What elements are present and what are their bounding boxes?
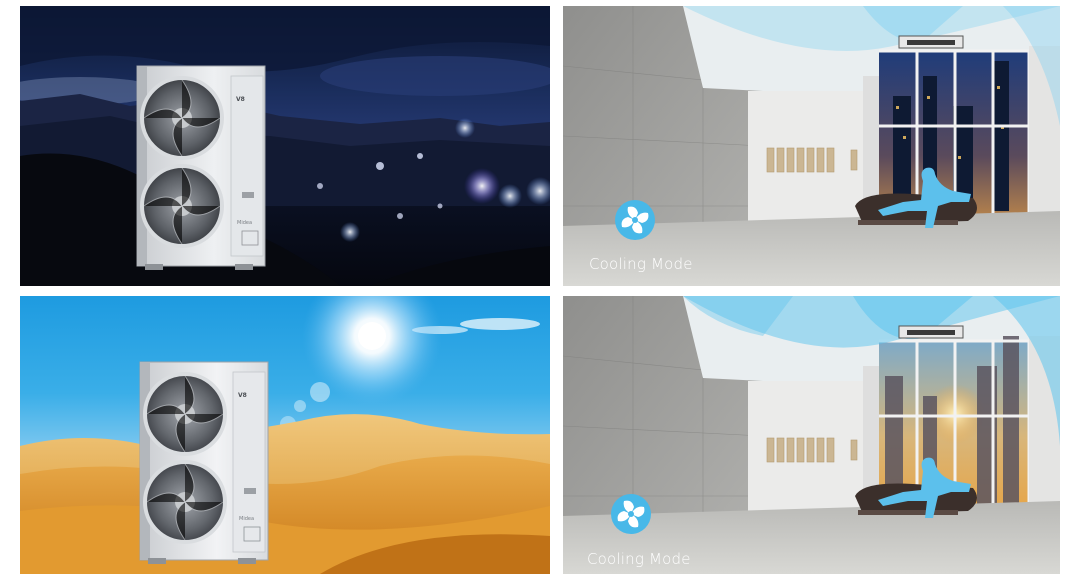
outdoor-unit	[139, 361, 269, 564]
unit-badge: V8	[238, 392, 247, 399]
indoor-room-panel-bottom: Cooling Mode	[563, 296, 1060, 574]
brand-logo: Midea	[239, 516, 255, 522]
room-illustration	[563, 6, 1060, 286]
brand-logo: Midea	[237, 220, 253, 226]
indoor-room-panel-top: Cooling Mode	[563, 6, 1060, 286]
ceiling-cassette-unit	[898, 35, 964, 49]
outdoor-unit	[136, 65, 266, 270]
cooling-mode-label: Cooling Mode	[589, 255, 693, 273]
ceiling-cassette-unit	[898, 325, 964, 339]
night-mountain-panel: V8 Midea	[20, 6, 550, 286]
desert-landscape-illustration	[20, 296, 550, 574]
night-landscape-illustration	[20, 6, 550, 286]
cooling-mode-label: Cooling Mode	[587, 550, 691, 568]
desert-panel: V8 Midea	[20, 296, 550, 574]
unit-badge: V8	[236, 96, 245, 103]
fan-mode-icon	[610, 493, 652, 535]
fan-mode-icon	[614, 199, 656, 241]
